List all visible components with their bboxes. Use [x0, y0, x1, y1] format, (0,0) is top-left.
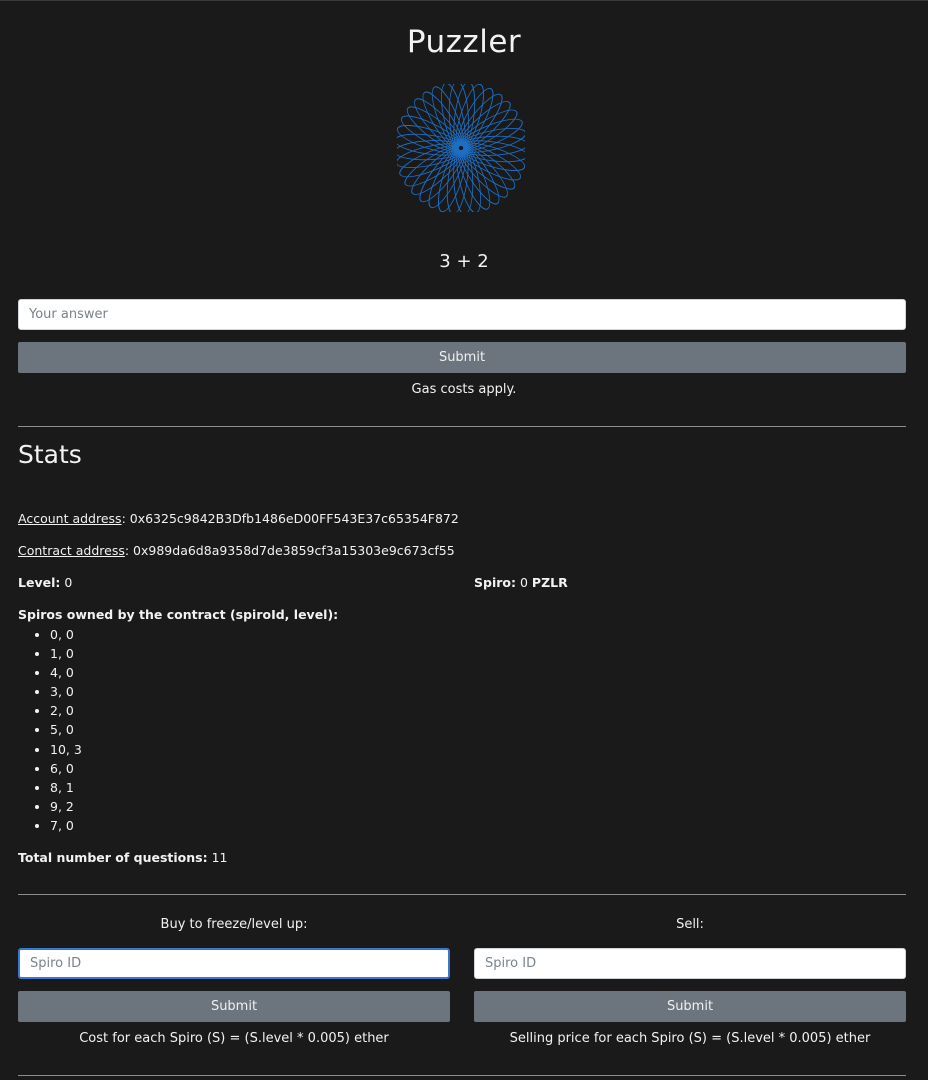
divider	[18, 426, 906, 427]
contract-address-value: : 0x989da6d8a9358d7de3859cf3a15303e9c673…	[124, 543, 455, 558]
question-text: 3 + 2	[439, 251, 489, 272]
list-item: 10, 3	[50, 740, 82, 759]
contract-address-row: Contract address: 0x989da6d8a9358d7de385…	[18, 543, 455, 558]
list-item: 3, 0	[50, 682, 82, 701]
buy-submit-button[interactable]: Submit	[18, 991, 450, 1022]
account-address-value: : 0x6325c9842B3Dfb1486eD00FF543E37c65354…	[121, 511, 459, 526]
spiro-balance-value: 0	[519, 575, 528, 590]
total-questions-value: 11	[211, 850, 228, 865]
list-item: 6, 0	[50, 759, 82, 778]
buy-label: Buy to freeze/level up:	[160, 917, 308, 932]
divider	[18, 894, 906, 895]
contract-address-label: Contract address	[18, 543, 125, 558]
divider	[18, 1075, 906, 1076]
list-item: 7, 0	[50, 816, 82, 835]
answer-input[interactable]	[18, 299, 906, 330]
spiro-balance-unit: PZLR	[531, 575, 568, 590]
buy-cost-note: Cost for each Spiro (S) = (S.level * 0.0…	[79, 1031, 389, 1046]
top-border	[0, 0, 928, 1]
sell-label: Sell:	[676, 917, 704, 932]
list-item: 9, 2	[50, 797, 82, 816]
list-item: 0, 0	[50, 625, 82, 644]
account-address-row: Account address: 0x6325c9842B3Dfb1486eD0…	[18, 511, 459, 526]
sell-submit-button[interactable]: Submit	[474, 991, 906, 1022]
list-item: 8, 1	[50, 778, 82, 797]
spiro-balance-label: Spiro:	[474, 575, 516, 590]
total-questions-row: Total number of questions: 11	[18, 850, 227, 865]
account-address-label: Account address	[18, 511, 122, 526]
sell-price-note: Selling price for each Spiro (S) = (S.le…	[509, 1031, 871, 1046]
gas-note: Gas costs apply.	[411, 382, 517, 397]
stats-heading: Stats	[18, 440, 82, 469]
list-item: 4, 0	[50, 663, 82, 682]
spirograph-icon	[397, 84, 525, 212]
owned-spiros-list: 0, 0 1, 0 4, 0 3, 0 2, 0 5, 0 10, 3 6, 0…	[18, 625, 82, 835]
buy-spiro-id-input[interactable]	[18, 948, 450, 979]
level-row: Level: 0	[18, 575, 72, 590]
list-item: 1, 0	[50, 644, 82, 663]
total-questions-label: Total number of questions:	[18, 850, 208, 865]
spiro-balance-row: Spiro: 0 PZLR	[474, 575, 568, 590]
list-item: 2, 0	[50, 701, 82, 720]
sell-spiro-id-input[interactable]	[474, 948, 906, 979]
list-item: 5, 0	[50, 720, 82, 739]
owned-spiros-heading: Spiros owned by the contract (spiroId, l…	[18, 607, 339, 622]
level-label: Level:	[18, 575, 61, 590]
page-title: Puzzler	[406, 24, 522, 60]
answer-submit-button[interactable]: Submit	[18, 342, 906, 373]
level-value: 0	[64, 575, 73, 590]
